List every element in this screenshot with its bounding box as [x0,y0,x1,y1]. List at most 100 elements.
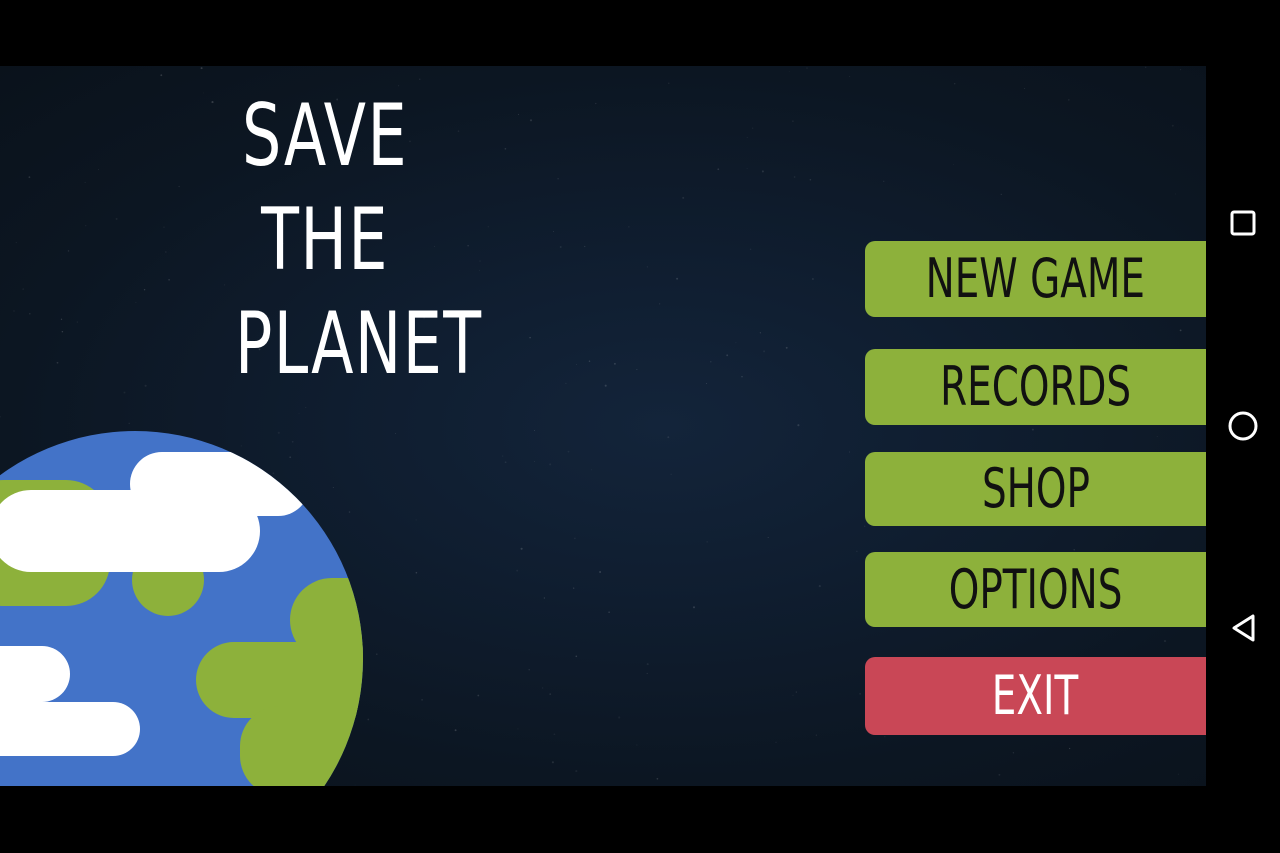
star-speck [588,360,591,362]
planet-illustration [0,431,363,786]
star-speck [818,585,821,588]
star-speck [1031,428,1034,431]
records-label: RECORDS [940,355,1131,418]
device-screen: SAVE THE PLANET NEW GAME RECORDS SHOP OP… [0,0,1280,853]
star-speck [590,469,592,471]
star-speck [636,744,638,746]
star-speck [1068,747,1071,750]
star-speck [792,694,794,696]
star-speck [668,82,670,84]
home-circle-icon[interactable] [1226,409,1260,443]
star-speck [763,350,766,353]
star-speck [795,691,797,693]
planet-cloud-2 [0,490,260,572]
star-speck [528,668,530,671]
star-speck [467,245,469,247]
star-speck [1177,773,1179,775]
exit-label: EXIT [992,664,1079,727]
options-button[interactable]: OPTIONS [865,552,1206,627]
star-speck [454,729,457,732]
star-speck [557,177,559,180]
star-speck [559,246,562,248]
star-speck [864,525,866,527]
star-speck [479,269,480,271]
game-screen: SAVE THE PLANET NEW GAME RECORDS SHOP OP… [0,66,1206,786]
back-triangle-icon[interactable] [1226,611,1260,645]
star-speck [487,226,489,228]
star-speck [541,687,544,689]
star-speck [604,384,607,387]
planet-cloud-3 [0,646,70,702]
star-speck [1163,640,1167,643]
star-speck [504,147,507,150]
star-speck [1171,124,1174,127]
star-speck [1000,193,1002,196]
star-speck [849,76,851,77]
star-speck [746,168,748,170]
star-speck [477,694,480,697]
recents-square-icon[interactable] [1226,206,1260,240]
star-speck [746,137,748,139]
star-speck [775,741,777,743]
star-speck [751,127,754,129]
star-speck [692,606,696,609]
star-speck [1024,87,1026,89]
star-speck [682,196,685,199]
star-speck [574,537,576,540]
star-speck [717,168,720,171]
star-speck [517,728,519,730]
star-speck [646,663,649,666]
star-speck [710,361,712,363]
star-speck [567,450,570,453]
star-speck [806,67,808,69]
star-speck [573,587,575,589]
star-speck [516,569,519,572]
shop-button[interactable]: SHOP [865,452,1206,526]
star-speck [628,226,630,228]
star-speck [479,260,481,262]
star-speck [646,266,649,268]
new-game-label: NEW GAME [925,247,1146,310]
star-speck [533,461,535,463]
star-speck [543,597,546,599]
star-speck [726,354,729,357]
star-speck [1156,435,1158,437]
star-speck [1174,193,1176,195]
android-nav-bar [1206,0,1280,853]
star-speck [504,461,507,464]
records-button[interactable]: RECORDS [865,349,1206,425]
star-speck [595,102,597,105]
star-speck [599,571,602,573]
star-speck [815,734,817,736]
star-speck [849,451,851,453]
star-speck [549,463,552,466]
star-speck [565,382,567,385]
star-speck [705,383,707,385]
star-speck [520,547,523,550]
star-speck [529,336,531,339]
options-label: OPTIONS [948,557,1123,621]
star-speck [735,342,737,344]
star-speck [952,163,954,165]
star-speck [551,761,554,764]
star-speck [792,120,794,122]
star-speck [884,736,886,738]
shop-label: SHOP [981,457,1090,520]
star-speck [518,113,519,115]
star-speck [793,176,796,178]
star-speck [706,541,708,543]
star-speck [575,655,578,658]
star-speck [576,364,577,366]
star-speck [1145,66,1147,68]
star-speck [761,170,764,173]
new-game-button[interactable]: NEW GAME [865,241,1206,317]
star-speck [788,71,790,73]
star-speck [670,473,672,475]
star-speck [811,278,814,280]
star-speck [549,693,552,695]
planet-land-5 [240,706,363,786]
star-speck [646,672,648,674]
star-speck [676,277,679,280]
exit-button[interactable]: EXIT [865,657,1206,735]
star-speck [553,733,556,736]
